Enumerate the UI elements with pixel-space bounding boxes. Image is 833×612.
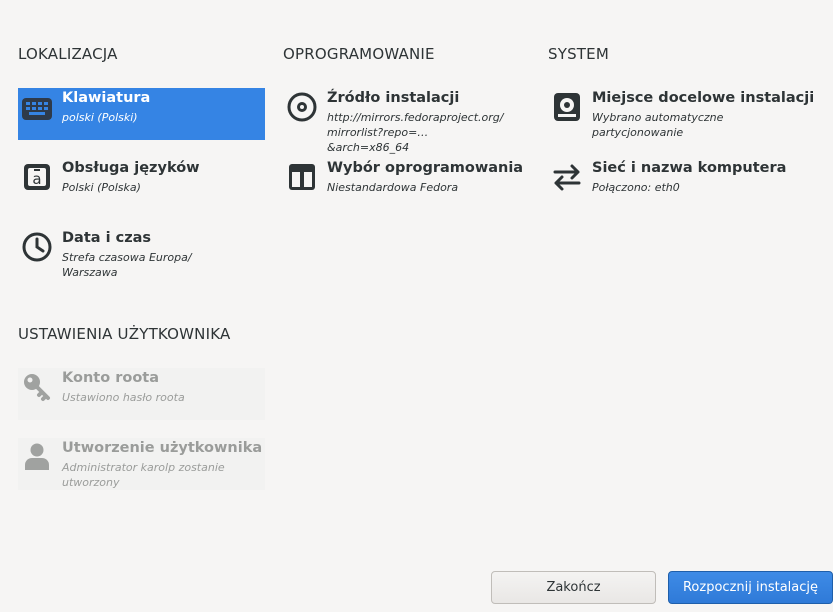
spoke-keyboard[interactable]: Klawiatura polski (Polski) (18, 88, 265, 140)
network-arrows-icon (550, 160, 584, 194)
spoke-datetime-status: Strefa czasowa Europa/ Warszawa (62, 251, 192, 279)
section-title-system: SYSTEM (548, 45, 609, 63)
section-title-localization: LOKALIZACJA (18, 45, 118, 63)
harddisk-icon (550, 90, 584, 124)
svg-text:a: a (32, 170, 41, 188)
spoke-keyboard-status: polski (Polski) (62, 111, 138, 124)
spoke-root-account-title: Konto roota (62, 370, 159, 386)
spoke-installation-destination-title: Miejsce docelowe instalacji (592, 90, 815, 106)
clock-icon (20, 230, 54, 264)
key-icon (20, 370, 54, 404)
spoke-keyboard-title: Klawiatura (62, 90, 151, 106)
spoke-user-creation-title: Utworzenie użytkownika (62, 440, 263, 456)
section-title-software: OPROGRAMOWANIE (283, 45, 435, 63)
spoke-root-account[interactable]: Konto roota Ustawiono hasło roota (18, 368, 265, 420)
begin-installation-button[interactable]: Rozpocznij instalację (668, 571, 833, 604)
spoke-user-creation[interactable]: Utworzenie użytkownika Administrator kar… (18, 438, 265, 490)
section-title-user-settings: USTAWIENIA UŻYTKOWNIKA (18, 325, 231, 343)
keyboard-icon (20, 92, 54, 126)
quit-button[interactable]: Zakończ (491, 571, 656, 604)
language-icon: a (20, 160, 54, 194)
spoke-installation-destination[interactable]: Miejsce docelowe instalacji Wybrano auto… (548, 88, 814, 140)
spoke-language-title: Obsługa języków (62, 160, 200, 176)
spoke-installation-source-title: Źródło instalacji (327, 90, 460, 106)
spoke-network-title: Sieć i nazwa komputera (592, 160, 787, 176)
disc-icon (285, 90, 319, 124)
spoke-datetime[interactable]: Data i czas Strefa czasowa Europa/ Warsz… (18, 228, 265, 282)
package-icon (285, 160, 319, 194)
spoke-user-creation-status: Administrator karolp zostanie utworzony (62, 461, 225, 489)
spoke-language-status: Polski (Polska) (62, 181, 141, 194)
spoke-language[interactable]: a Obsługa języków Polski (Polska) (18, 158, 265, 208)
spoke-installation-source[interactable]: Źródło instalacji http://mirrors.fedorap… (283, 88, 530, 154)
spoke-datetime-title: Data i czas (62, 230, 152, 246)
spoke-software-selection-status: Niestandardowa Fedora (327, 181, 459, 194)
user-icon (20, 440, 54, 474)
spoke-root-account-status: Ustawiono hasło roota (62, 391, 185, 404)
spoke-installation-destination-status: Wybrano automatyczne partycjonowanie (592, 111, 724, 139)
spoke-software-selection-title: Wybór oprogramowania (327, 160, 524, 176)
spoke-network[interactable]: Sieć i nazwa komputera Połączono: eth0 (548, 158, 795, 208)
spoke-installation-source-status: http://mirrors.fedoraproject.org/ mirror… (327, 111, 504, 154)
spoke-software-selection[interactable]: Wybór oprogramowania Niestandardowa Fedo… (283, 158, 530, 208)
spoke-network-status: Połączono: eth0 (592, 181, 680, 194)
